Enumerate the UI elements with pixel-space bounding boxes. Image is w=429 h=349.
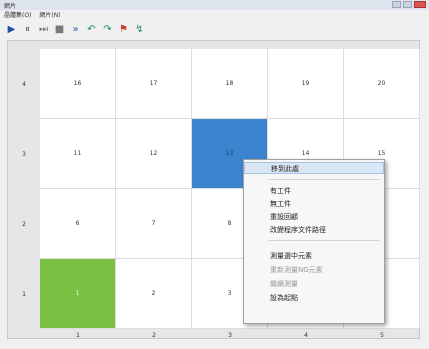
fast-forward-icon[interactable]: » xyxy=(69,23,82,36)
die-cell[interactable]: 17 xyxy=(116,49,192,119)
column-label: 3 xyxy=(228,331,232,339)
column-label: 4 xyxy=(304,331,308,339)
column-label: 5 xyxy=(380,331,384,339)
menu-item-measure-selected[interactable]: 測量選中元素 xyxy=(244,250,384,262)
die-cell[interactable]: 12 xyxy=(116,119,192,189)
menu-item-has-workpiece[interactable]: 有工件 xyxy=(244,185,384,197)
menu-wafer-set[interactable]: 晶體集(O) xyxy=(4,10,31,21)
toolbar: ▶ ⏸ ⏭ ■» ↶ ↷ ⚑ ↯ xyxy=(0,22,429,37)
redo-icon[interactable]: ↷ xyxy=(101,23,114,36)
window-title: 網片 xyxy=(4,3,17,10)
pause-icon[interactable]: ⏸ xyxy=(21,23,34,36)
menu-item-reset-review[interactable]: 重設回顧 xyxy=(244,211,384,223)
column-label: 1 xyxy=(76,331,80,339)
die-cell[interactable]: 20 xyxy=(344,49,420,119)
column-label: 2 xyxy=(152,331,156,339)
menu-item-change-program-path[interactable]: 改變程序文件路徑 xyxy=(244,224,384,236)
app-window: 網片 晶體集(O) 網片(N) ▶ ⏸ ⏭ ■» ↶ ↷ ⚑ ↯ 4321 16 17 18 19 2… xyxy=(0,0,429,349)
die-cell[interactable]: 11 xyxy=(40,119,116,189)
menu-item-continue-measure: 繼續測量 xyxy=(270,280,298,288)
die-cell[interactable]: 18 xyxy=(192,49,268,119)
context-menu: 移到此處有工件 無工件 重設回顧 改變程序文件路徑 測量選中元素重新測量NG元素 繼續測量… xyxy=(243,159,385,324)
menu-separator xyxy=(268,179,380,180)
die-cell[interactable]: 1 xyxy=(40,259,116,329)
row-label: 2 xyxy=(22,220,26,228)
die-cell[interactable]: 7 xyxy=(116,189,192,259)
step-icon[interactable]: ⏭ xyxy=(37,23,50,36)
menu-bar: 晶體集(O) 網片(N) xyxy=(0,10,429,21)
title-bar: 網片 xyxy=(0,0,429,10)
row-label: 4 xyxy=(22,80,26,88)
row-labels: 4 3 2 1 xyxy=(8,49,40,329)
undo-icon[interactable]: ↶ xyxy=(85,23,98,36)
die-cell[interactable]: 19 xyxy=(268,49,344,119)
die-cell[interactable]: 6 xyxy=(40,189,116,259)
minimize-button[interactable] xyxy=(392,1,401,8)
menu-wafer[interactable]: 網片(N) xyxy=(39,10,60,21)
row-label: 1 xyxy=(22,290,26,298)
menu-item-no-workpiece[interactable]: 無工件 xyxy=(244,198,384,210)
column-labels: 1 2 3 4 5 xyxy=(40,330,420,340)
menu-item-set-start-point[interactable]: 設為起點 xyxy=(244,292,384,304)
play-icon[interactable]: ▶ xyxy=(5,23,18,36)
menu-item-remeasure-ng: 重新測量NG元素 xyxy=(270,266,323,274)
menu-separator xyxy=(268,240,380,241)
close-button[interactable] xyxy=(414,1,426,8)
window-controls xyxy=(392,1,426,8)
tool-icon[interactable]: ↯ xyxy=(133,23,146,36)
stop-icon[interactable]: ■ xyxy=(53,23,66,36)
row-label: 3 xyxy=(22,150,26,158)
flag-icon[interactable]: ⚑ xyxy=(117,23,130,36)
die-cell[interactable]: 16 xyxy=(40,49,116,119)
die-cell[interactable]: 2 xyxy=(116,259,192,329)
menu-item-move-here[interactable]: 移到此處 xyxy=(244,162,384,174)
maximize-button[interactable] xyxy=(403,1,412,8)
